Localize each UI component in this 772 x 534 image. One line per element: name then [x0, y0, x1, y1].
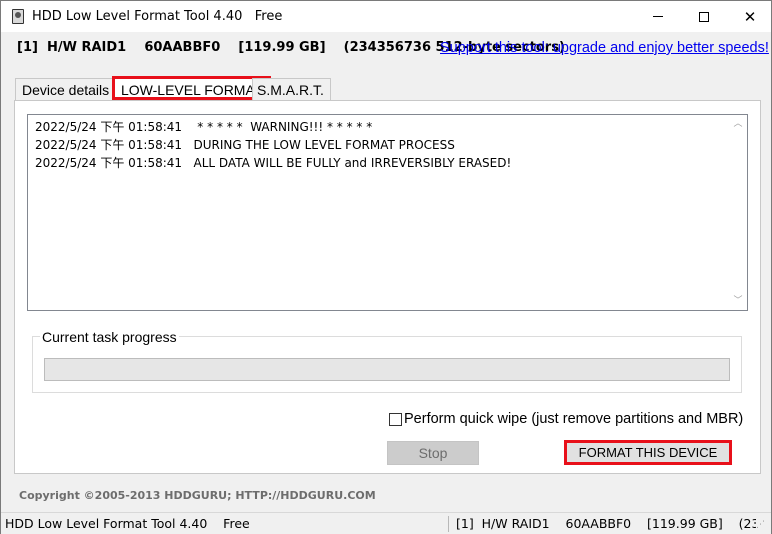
progress-label: Current task progress: [40, 329, 179, 345]
tab-device-details[interactable]: Device details: [15, 78, 117, 100]
log-box[interactable]: 2022/5/24 下午 01:58:41 * * * * * WARNING!…: [27, 114, 748, 311]
maximize-button[interactable]: [681, 1, 727, 32]
progress-bar: [44, 358, 730, 381]
copyright-text: Copyright ©2005-2013 HDDGURU; HTTP://HDD…: [19, 489, 376, 502]
quick-wipe-label[interactable]: Perform quick wipe (just remove partitio…: [404, 411, 743, 427]
scroll-down-arrow-icon[interactable]: ﹀: [731, 295, 745, 307]
app-window: HDD Low Level Format Tool 4.40 Free ✕ [1…: [0, 0, 772, 534]
status-app-name: HDD Low Level Format Tool 4.40 Free: [5, 516, 250, 531]
maximize-icon: [699, 11, 709, 22]
status-device-info: [1] H/W RAID1 60AABBF0 [119.99 GB] (2343…: [456, 516, 756, 531]
format-device-button[interactable]: FORMAT THIS DEVICE: [564, 440, 732, 465]
minimize-button[interactable]: [635, 1, 681, 32]
window-title: HDD Low Level Format Tool 4.40 Free: [32, 9, 283, 24]
tab-low-level-format[interactable]: LOW-LEVEL FORMAT: [112, 76, 272, 100]
close-icon: ✕: [743, 7, 757, 26]
status-bar: HDD Low Level Format Tool 4.40 Free [1] …: [1, 512, 771, 534]
resize-grip-icon[interactable]: ⋰: [756, 519, 768, 531]
title-bar[interactable]: HDD Low Level Format Tool 4.40 Free ✕: [1, 1, 771, 32]
hdd-app-icon: [12, 9, 24, 24]
quick-wipe-checkbox[interactable]: [389, 413, 402, 426]
scroll-up-arrow-icon[interactable]: ︿: [731, 118, 745, 130]
log-line: 2022/5/24 下午 01:58:41 DURING THE LOW LEV…: [35, 138, 455, 152]
log-line: 2022/5/24 下午 01:58:41 * * * * * WARNING!…: [35, 120, 373, 134]
stop-button[interactable]: Stop: [387, 441, 479, 465]
log-line: 2022/5/24 下午 01:58:41 ALL DATA WILL BE F…: [35, 156, 512, 170]
close-button[interactable]: ✕: [727, 1, 772, 32]
support-link[interactable]: Support this tool: upgrade and enjoy bet…: [440, 40, 769, 56]
minimize-icon: [653, 16, 663, 17]
status-divider: [448, 516, 449, 532]
tab-smart[interactable]: S.M.A.R.T.: [252, 78, 331, 100]
